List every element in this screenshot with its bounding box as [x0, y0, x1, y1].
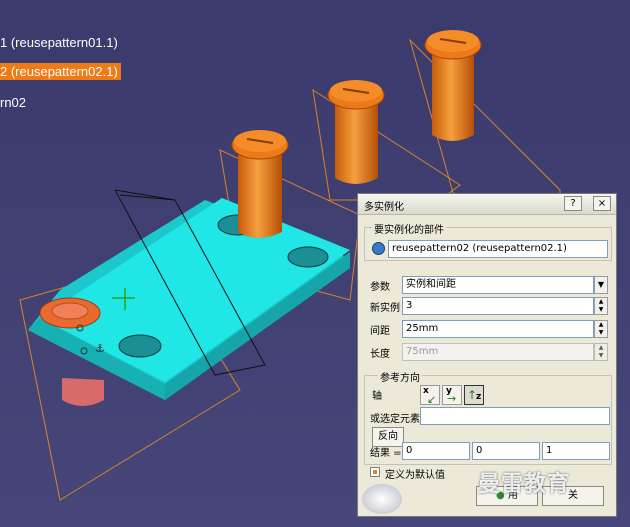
dialog-titlebar[interactable]: 多实例化 ? × — [358, 194, 616, 215]
axis-label: 轴 — [372, 391, 382, 402]
result-x-field: 0 — [402, 442, 470, 460]
or-select-field[interactable] — [420, 407, 610, 425]
default-checkbox-label: 定义为默认值 — [385, 470, 445, 481]
part-icon — [372, 242, 385, 255]
svg-text:⚓: ⚓ — [95, 342, 105, 355]
default-checkbox[interactable] — [370, 467, 380, 477]
spacing-spinner[interactable]: ▲ ▼ — [594, 320, 608, 338]
part-group-label: 要实例化的部件 — [372, 221, 446, 236]
result-y-field: 0 — [472, 442, 540, 460]
result-label: 结果 = — [370, 448, 402, 459]
part-field[interactable]: reusepattern02 (reusepattern02.1) — [388, 240, 608, 258]
y-axis-icon[interactable]: y → — [442, 385, 462, 405]
spacing-field[interactable]: 25mm — [402, 320, 594, 338]
x-axis-icon[interactable]: x ↙ — [420, 385, 440, 406]
help-button[interactable]: ? — [564, 196, 582, 211]
or-select-label: 或选定元素 — [370, 414, 420, 425]
instances-field[interactable]: 3 — [402, 297, 594, 315]
tree-item-reusepattern01[interactable]: 1 (reusepattern01.1) — [0, 34, 121, 51]
params-select[interactable]: 实例和间距 — [402, 276, 594, 294]
length-spinner: ▲ ▼ — [594, 343, 608, 361]
tree-item-reusepattern02[interactable]: 2 (reusepattern02.1) — [0, 63, 121, 80]
params-label: 参数 — [370, 282, 390, 293]
instances-label: 新实例 — [370, 303, 400, 314]
z-axis-icon[interactable]: ↑ z — [464, 385, 484, 405]
close-button[interactable]: × — [593, 196, 611, 211]
length-label: 长度 — [370, 349, 390, 360]
spacing-label: 间距 — [370, 326, 390, 337]
tree-item-pattern02[interactable]: rn02 — [0, 94, 29, 111]
logo-graphic — [362, 484, 402, 514]
ref-group-label: 参考方向 — [378, 369, 422, 384]
length-field: 75mm — [402, 343, 594, 361]
dialog-title: 多实例化 — [364, 202, 404, 213]
chevron-down-icon[interactable]: ▼ — [594, 276, 608, 294]
watermark: 曼雷教育 — [478, 472, 571, 497]
instances-spinner[interactable]: ▲ ▼ — [594, 297, 608, 315]
result-z-field: 1 — [542, 442, 610, 460]
